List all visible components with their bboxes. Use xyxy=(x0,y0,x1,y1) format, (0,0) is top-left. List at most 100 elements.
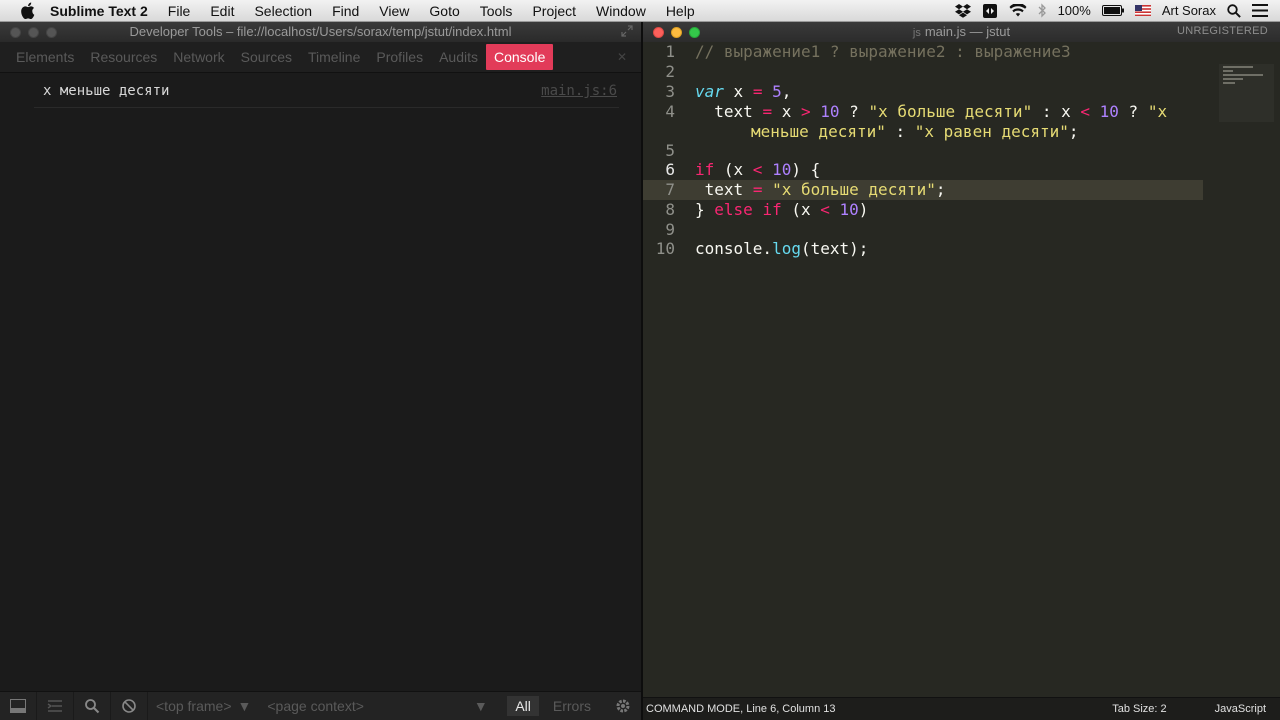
code-keyword-if: if xyxy=(762,200,782,219)
code-punct: ? xyxy=(839,102,869,121)
sublime-title-text: main.js — jstut xyxy=(924,24,1011,39)
line-number: 2 xyxy=(665,62,675,81)
code-string: меньше десяти" xyxy=(751,122,886,141)
code-operator: = xyxy=(752,180,763,199)
bluetooth-icon[interactable] xyxy=(1038,3,1047,18)
filter-errors[interactable]: Errors xyxy=(539,698,605,714)
unregistered-label: UNREGISTERED xyxy=(1177,25,1268,37)
clear-icon[interactable] xyxy=(111,692,148,720)
code-punct: (text); xyxy=(800,239,869,258)
code-editor[interactable]: 1 2 3 4 5 6 7 8 9 10 // выражение1 ? выр… xyxy=(643,42,1280,698)
status-menus: 100% Art Sorax xyxy=(954,3,1280,19)
menu-selection[interactable]: Selection xyxy=(244,3,322,19)
chevron-down-icon: ▼ xyxy=(237,698,252,714)
close-devtools-icon[interactable]: ✕ xyxy=(617,50,627,64)
sublime-titlebar: js main.js — jstut UNREGISTERED xyxy=(643,22,1280,42)
close-button[interactable] xyxy=(10,26,21,38)
minimize-button[interactable] xyxy=(28,26,39,38)
tab-size-selector[interactable]: Tab Size: 2 xyxy=(1112,703,1214,715)
chevron-down-icon: ▼ xyxy=(473,698,488,714)
tab-timeline[interactable]: Timeline xyxy=(300,44,368,70)
tool-icon[interactable] xyxy=(982,3,998,19)
user-name[interactable]: Art Sorax xyxy=(1162,3,1216,18)
close-button[interactable] xyxy=(653,26,664,38)
code-keyword-if: if xyxy=(695,160,715,179)
code-keyword-else: else xyxy=(714,200,753,219)
wifi-icon[interactable] xyxy=(1009,4,1027,17)
code-ident: x xyxy=(772,102,801,121)
frame-select-value: <top frame> xyxy=(156,698,232,714)
flag-icon[interactable] xyxy=(1134,5,1151,16)
code-line-8: } else if (x < 10) xyxy=(695,200,868,220)
tab-elements[interactable]: Elements xyxy=(8,44,82,70)
code-punct: ) { xyxy=(791,160,821,179)
syntax-selector[interactable]: JavaScript xyxy=(1215,703,1280,715)
console-source-link[interactable]: main.js:6 xyxy=(541,83,617,99)
menu-tools[interactable]: Tools xyxy=(470,3,523,19)
tab-console[interactable]: Console xyxy=(486,44,554,70)
console-drawer-icon[interactable] xyxy=(37,692,74,720)
menu-project[interactable]: Project xyxy=(522,3,586,19)
line-number: 8 xyxy=(665,200,675,219)
minimap[interactable] xyxy=(1219,64,1274,122)
console-message-row: x меньше десяти main.js:6 xyxy=(34,73,619,108)
code-line-4-wrap: меньше десяти" : "x равен десяти"; xyxy=(751,122,1079,142)
code-punct: (x xyxy=(714,160,753,179)
search-icon[interactable] xyxy=(74,692,111,720)
code-string: "x равен десяти" xyxy=(914,122,1069,141)
battery-percent[interactable]: 100% xyxy=(1058,3,1091,18)
menu-view[interactable]: View xyxy=(369,3,419,19)
code-keyword-var: var xyxy=(695,82,724,101)
menu-goto[interactable]: Goto xyxy=(419,3,469,19)
code-punct: (x xyxy=(781,200,821,219)
code-number: 10 xyxy=(839,200,859,219)
code-punct: } xyxy=(695,200,715,219)
tab-network[interactable]: Network xyxy=(165,44,232,70)
menu-help[interactable]: Help xyxy=(656,3,705,19)
code-operator: = xyxy=(762,102,773,121)
zoom-button[interactable] xyxy=(689,26,700,38)
dropbox-icon[interactable] xyxy=(954,3,971,18)
console-message: x меньше десяти xyxy=(43,83,170,99)
code-line-6: if (x < 10) { xyxy=(695,160,820,180)
spotlight-icon[interactable] xyxy=(1227,3,1241,18)
code-punct: , xyxy=(781,82,792,101)
gear-icon[interactable] xyxy=(605,697,641,715)
line-number: 7 xyxy=(665,180,675,199)
battery-icon[interactable] xyxy=(1101,5,1124,16)
status-bar: COMMAND MODE, Line 6, Column 13 Tab Size… xyxy=(643,697,1280,720)
code-string: "x xyxy=(1147,102,1168,121)
code-comment: // выражение1 ? выражение2 : выражение3 xyxy=(695,42,1071,61)
menu-window[interactable]: Window xyxy=(586,3,656,19)
menu-app-name[interactable]: Sublime Text 2 xyxy=(48,3,158,19)
menu-find[interactable]: Find xyxy=(322,3,369,19)
devtools-window-title: Developer Tools – file://localhost/Users… xyxy=(129,24,512,39)
dock-icon[interactable] xyxy=(0,692,37,720)
menu-edit[interactable]: Edit xyxy=(200,3,244,19)
apple-icon[interactable] xyxy=(16,2,38,19)
list-icon[interactable] xyxy=(1252,4,1268,17)
minimize-button[interactable] xyxy=(671,26,682,38)
line-number: 4 xyxy=(665,102,675,121)
fullscreen-icon[interactable] xyxy=(621,25,633,40)
tab-resources[interactable]: Resources xyxy=(82,44,165,70)
tab-profiles[interactable]: Profiles xyxy=(368,44,431,70)
menu-file[interactable]: File xyxy=(158,3,201,19)
devtools-window: Developer Tools – file://localhost/Users… xyxy=(0,22,641,720)
sublime-window: js main.js — jstut UNREGISTERED 1 2 3 4 5… xyxy=(643,22,1280,720)
frame-select[interactable]: <top frame> ▼ xyxy=(148,698,259,714)
code-line-10: console.log(text); xyxy=(695,239,868,259)
tab-sources[interactable]: Sources xyxy=(233,44,300,70)
code-operator: < xyxy=(1080,102,1091,121)
context-select[interactable]: <page context> ▼ xyxy=(259,698,495,714)
code-ident: x xyxy=(723,82,753,101)
code-operator: = xyxy=(752,82,763,101)
code-line-3: var x = 5, xyxy=(695,82,791,102)
code-line-4: text = x > 10 ? "x больше десяти" : x < … xyxy=(695,102,1167,122)
filter-all[interactable]: All xyxy=(507,696,539,716)
tab-audits[interactable]: Audits xyxy=(431,44,486,70)
window-controls xyxy=(653,26,700,38)
code-ident: text xyxy=(704,180,753,199)
zoom-button[interactable] xyxy=(46,26,57,38)
window-controls xyxy=(10,26,57,38)
